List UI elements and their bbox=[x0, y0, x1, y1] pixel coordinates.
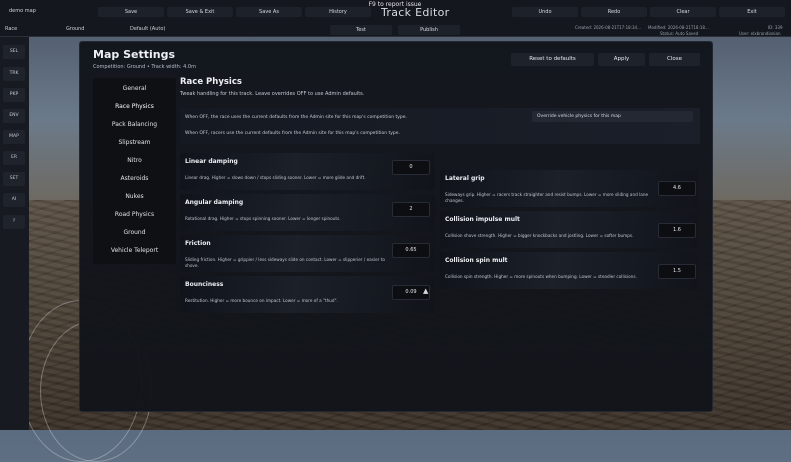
section-title: Race Physics bbox=[180, 77, 242, 87]
rail-set-button[interactable]: SET bbox=[3, 172, 25, 186]
param-desc: Linear drag. Higher = slows down / stops… bbox=[185, 175, 366, 180]
param-name: Collision spin mult bbox=[445, 257, 508, 264]
section-description: Tweak handling for this track. Leave ove… bbox=[180, 91, 365, 97]
param-collision-impulse-mult: Collision impulse mult Collision shove s… bbox=[440, 211, 698, 248]
apply-button[interactable]: Apply bbox=[598, 53, 645, 66]
param-angular-damping: Angular damping Rotational drag. Higher … bbox=[180, 194, 435, 231]
dialog-subtitle: Competition: Ground • Track width: 4.0m bbox=[93, 64, 196, 70]
notice-line-off: When OFF, racers use the current default… bbox=[185, 131, 400, 136]
param-name: Linear damping bbox=[185, 158, 238, 165]
rail-env-button[interactable]: ENV bbox=[3, 109, 25, 123]
map-id: ID: 339 bbox=[768, 25, 783, 30]
friction-input[interactable]: 0.65 bbox=[392, 243, 430, 258]
nav-pack-balancing[interactable]: Pack Balancing bbox=[93, 117, 176, 132]
param-desc: Sideways grip. Higher = racers track str… bbox=[445, 192, 649, 203]
editor-title: Track Editor bbox=[381, 6, 450, 19]
rail-map-button[interactable]: MAP bbox=[3, 130, 25, 144]
rail-pkp-button[interactable]: PKP bbox=[3, 88, 25, 102]
angular-damping-input[interactable]: 2 bbox=[392, 202, 430, 217]
test-button[interactable]: Test bbox=[330, 25, 392, 35]
rail-er-button[interactable]: ER bbox=[3, 151, 25, 165]
modified-time: Modified: 2026-08-21T18:18... bbox=[648, 25, 709, 30]
publish-button[interactable]: Publish bbox=[398, 25, 460, 35]
param-desc: Restitution. Higher = more bounce on imp… bbox=[185, 298, 338, 303]
param-name: Bounciness bbox=[185, 281, 224, 288]
nav-nitro[interactable]: Nitro bbox=[93, 153, 176, 168]
map-settings-dialog: Map Settings Competition: Ground • Track… bbox=[79, 41, 713, 412]
save-exit-button[interactable]: Save & Exit bbox=[167, 7, 233, 17]
nav-road-physics[interactable]: Road Physics bbox=[93, 207, 176, 222]
reset-defaults-button[interactable]: Reset to defaults bbox=[511, 53, 594, 66]
rail-sel-button[interactable]: SEL bbox=[3, 45, 25, 59]
save-status: Status: Auto Saved bbox=[660, 31, 699, 36]
save-as-button[interactable]: Save As bbox=[236, 7, 302, 17]
undo-button[interactable]: Undo bbox=[512, 7, 578, 17]
map-name: demo map bbox=[9, 8, 36, 14]
close-button[interactable]: Close bbox=[649, 53, 700, 66]
rail-help-button[interactable]: ? bbox=[3, 215, 25, 229]
settings-nav: General Race Physics Pack Balancing Slip… bbox=[93, 78, 176, 264]
notice-line-on: When OFF, the race uses the current defa… bbox=[185, 115, 407, 120]
override-notice: When OFF, the race uses the current defa… bbox=[180, 108, 700, 144]
param-name: Collision impulse mult bbox=[445, 216, 520, 223]
history-button[interactable]: History bbox=[305, 7, 371, 17]
nav-ground[interactable]: Ground bbox=[93, 225, 176, 240]
param-linear-damping: Linear damping Linear drag. Higher = slo… bbox=[180, 153, 435, 190]
user-name: User: elxbrandianian bbox=[739, 31, 781, 36]
tool-rail: SEL TRK PKP ENV MAP ER SET AI ? bbox=[0, 37, 29, 430]
top-bar: demo map Save Save & Exit Save As Histor… bbox=[0, 0, 791, 37]
param-name: Friction bbox=[185, 240, 211, 247]
param-bounciness: Bounciness Restitution. Higher = more bo… bbox=[180, 276, 435, 313]
nav-nukes[interactable]: Nukes bbox=[93, 189, 176, 204]
override-physics-toggle[interactable]: Override vehicle physics for this map bbox=[532, 111, 693, 122]
clear-button[interactable]: Clear bbox=[650, 7, 716, 17]
param-lateral-grip: Lateral grip Sideways grip. Higher = rac… bbox=[440, 170, 698, 207]
param-desc: Collision spin strength. Higher = more s… bbox=[445, 274, 637, 279]
redo-button[interactable]: Redo bbox=[581, 7, 647, 17]
param-name: Angular damping bbox=[185, 199, 244, 206]
race-type-select[interactable]: Race bbox=[5, 26, 17, 32]
nav-vehicle-teleport[interactable]: Vehicle Teleport bbox=[93, 243, 176, 258]
nav-race-physics[interactable]: Race Physics bbox=[93, 99, 176, 114]
mode-select[interactable]: Default (Auto) bbox=[130, 26, 165, 32]
param-name: Lateral grip bbox=[445, 175, 485, 182]
rail-ai-button[interactable]: AI bbox=[3, 193, 25, 207]
dialog-title: Map Settings bbox=[93, 48, 175, 61]
param-desc: Rotational drag. Higher = stops spinning… bbox=[185, 216, 341, 221]
collision-spin-input[interactable]: 1.5 bbox=[658, 264, 696, 279]
mouse-cursor-icon: ▲ bbox=[423, 287, 429, 295]
param-desc: Sliding friction. Higher = grippier / le… bbox=[185, 257, 385, 268]
nav-asteroids[interactable]: Asteroids bbox=[93, 171, 176, 186]
rail-trk-button[interactable]: TRK bbox=[3, 67, 25, 81]
nav-general[interactable]: General bbox=[93, 81, 176, 96]
linear-damping-input[interactable]: 0 bbox=[392, 160, 430, 175]
param-desc: Collision shove strength. Higher = bigge… bbox=[445, 233, 634, 238]
collision-impulse-input[interactable]: 1.6 bbox=[658, 223, 696, 238]
surface-select[interactable]: Ground bbox=[66, 26, 84, 32]
param-collision-spin-mult: Collision spin mult Collision spin stren… bbox=[440, 252, 698, 289]
exit-button[interactable]: Exit bbox=[719, 7, 785, 17]
created-time: Created: 2026-08-21T17:18:34... bbox=[575, 25, 641, 30]
lateral-grip-input[interactable]: 4.6 bbox=[658, 181, 696, 196]
param-friction: Friction Sliding friction. Higher = grip… bbox=[180, 235, 435, 272]
nav-slipstream[interactable]: Slipstream bbox=[93, 135, 176, 150]
save-button[interactable]: Save bbox=[98, 7, 164, 17]
